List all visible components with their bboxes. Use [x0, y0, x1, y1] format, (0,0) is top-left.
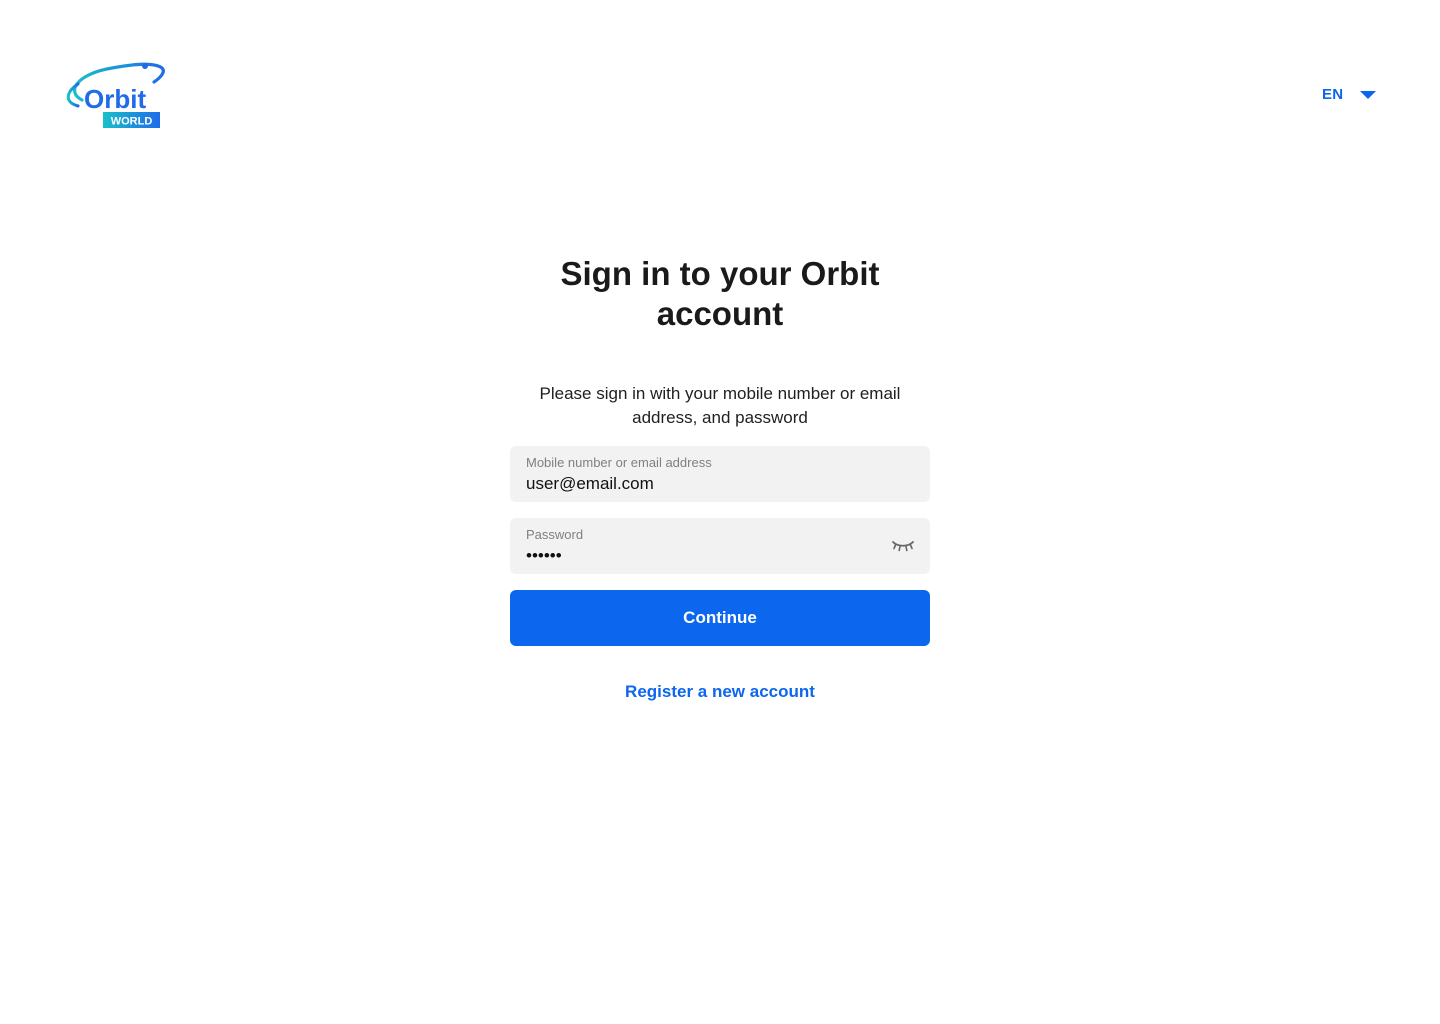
page-subtitle: Please sign in with your mobile number o…	[539, 384, 901, 427]
password-field[interactable]: Password	[510, 518, 930, 574]
sign-in-form: Sign in to your Orbit account Please sig…	[510, 254, 930, 702]
continue-button[interactable]: Continue	[510, 590, 930, 646]
password-field-label: Password	[526, 527, 584, 542]
email-input[interactable]	[526, 473, 866, 495]
orbit-world-logo: Orbit WORLD	[66, 62, 165, 128]
sign-in-page: Orbit WORLD EN Sign in to your Orbit acc…	[0, 0, 1440, 1024]
language-code: EN	[1322, 86, 1344, 103]
logo-wordmark: Orbit	[84, 84, 146, 114]
password-input[interactable]	[526, 545, 866, 567]
register-link[interactable]: Register a new account	[625, 682, 815, 702]
logo-subtext: WORLD	[111, 116, 153, 128]
chevron-down-icon	[1360, 90, 1377, 99]
language-selector[interactable]: EN	[1322, 86, 1377, 103]
email-field[interactable]: Mobile number or email address	[510, 446, 930, 502]
email-field-label: Mobile number or email address	[526, 455, 712, 470]
eye-closed-icon[interactable]	[892, 540, 914, 552]
page-title: Sign in to your Orbit account	[560, 255, 880, 332]
